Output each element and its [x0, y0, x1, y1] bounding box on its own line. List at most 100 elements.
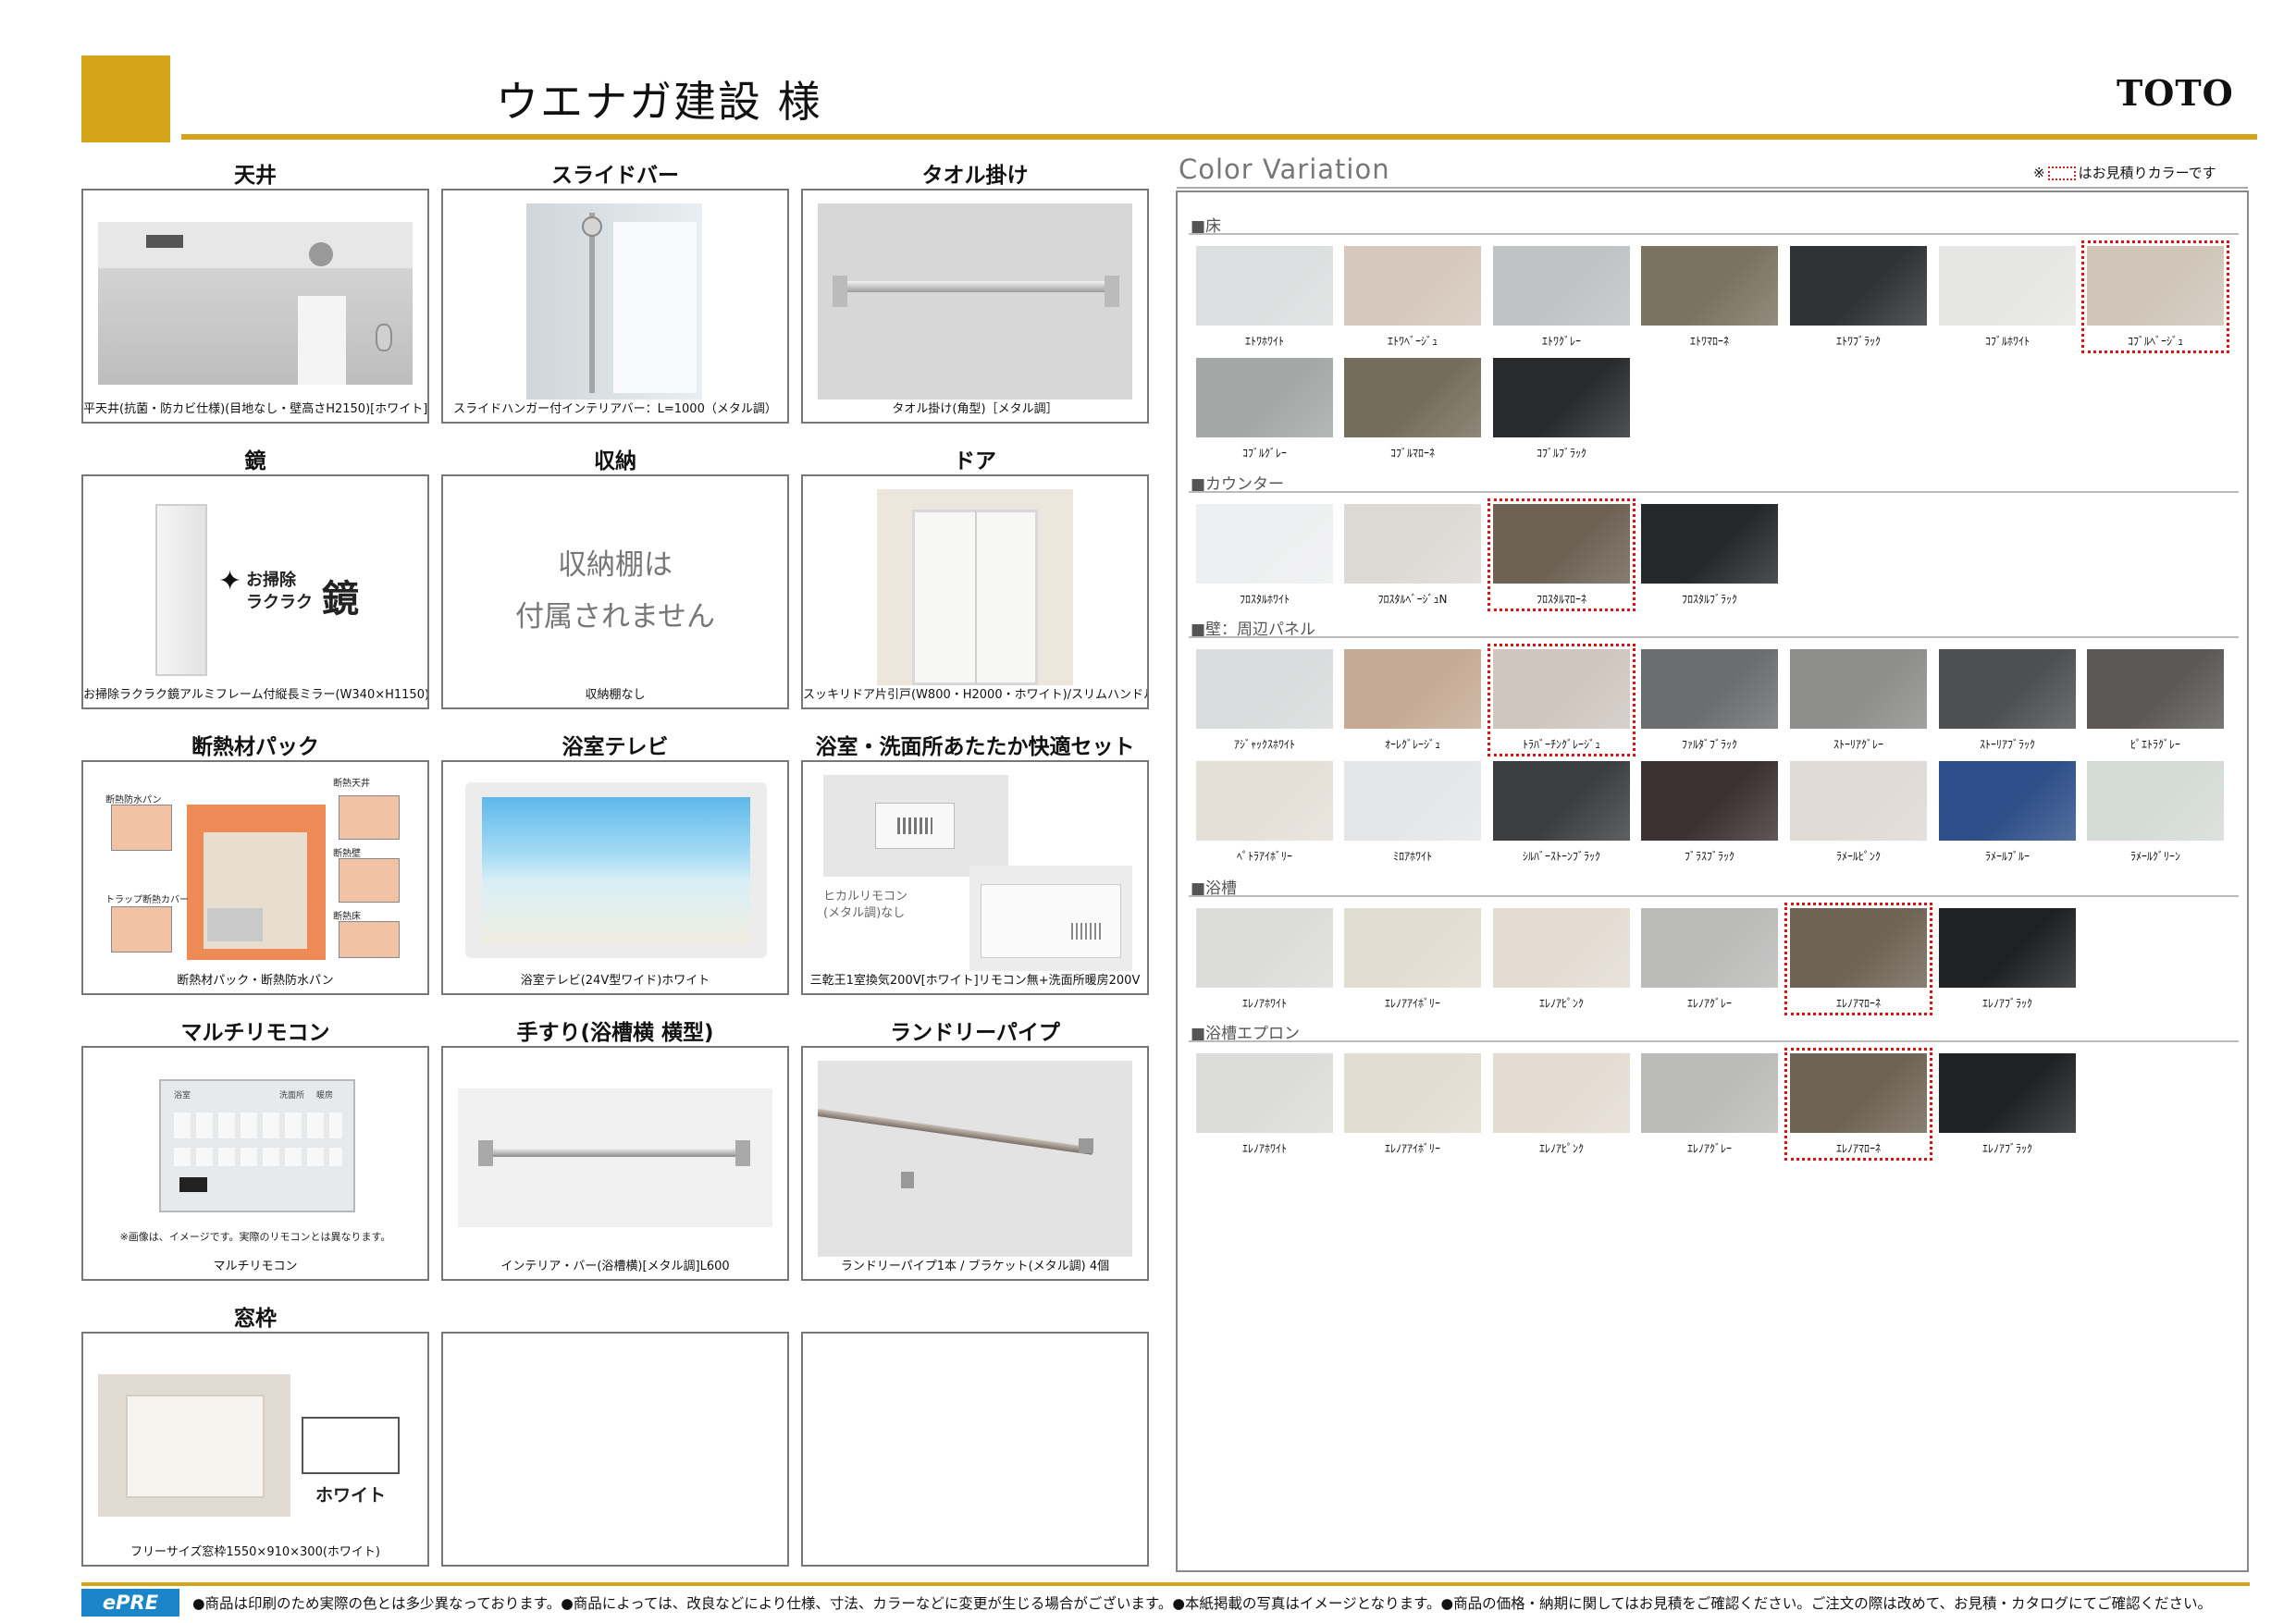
product-card-door: スッキリドア片引戸(W800・H2000・ホワイト)/スリムハンドル [801, 474, 1149, 709]
color-swatch-label: ｴﾄﾜﾍﾞｰｼﾞｭ [1387, 335, 1438, 348]
color-swatch-label: ｴﾚﾉｱﾋﾟﾝｸ [1538, 1142, 1584, 1155]
product-caption-bath-tv: 浴室テレビ(24V型ワイド)ホワイト [520, 974, 710, 988]
insulation-diagram [187, 805, 326, 960]
color-swatch-label: ｴﾚﾉｱｱｲﾎﾞﾘｰ [1384, 997, 1440, 1010]
color-swatch-label: ﾐﾛｱﾎﾜｲﾄ [1392, 850, 1432, 863]
color-swatch[interactable] [1344, 761, 1481, 841]
color-swatch[interactable] [1641, 908, 1778, 988]
color-swatch[interactable] [1790, 761, 1927, 841]
door-split [975, 511, 977, 683]
remote-label-washroom: 洗面所 [279, 1091, 305, 1100]
towel-bar-bracket-right [1105, 276, 1119, 307]
remote-button-row-2 [174, 1148, 342, 1166]
color-swatch[interactable] [1939, 246, 2076, 326]
showerhead [376, 324, 392, 351]
color-swatch-label: ﾗﾒｰﾙｸﾞﾘｰﾝ [2129, 850, 2180, 863]
header-divider [181, 134, 2257, 140]
page-title: ウエナガ建設 様 [496, 77, 822, 127]
bathtub-shape [207, 908, 263, 941]
towel-bar-bracket-left [833, 276, 847, 307]
product-card-handrail: インテリア・バー(浴槽横)[メタル調]L600 [441, 1046, 789, 1281]
color-swatch-label: ﾌﾞﾗｽﾌﾞﾗｯｸ [1684, 850, 1734, 863]
remote-display [179, 1177, 207, 1192]
color-swatch[interactable] [1790, 246, 1927, 326]
color-swatch[interactable] [1493, 1053, 1630, 1133]
color-swatch-label: ｴﾄﾜﾏﾛｰﾈ [1689, 335, 1729, 348]
laundry-pipe-photo [818, 1061, 1132, 1257]
color-swatch-label: ｴﾚﾉｱﾌﾞﾗｯｸ [1981, 997, 2032, 1010]
color-swatch-label: ｴﾚﾉｱﾌﾞﾗｯｸ [1981, 1142, 2032, 1155]
color-swatch[interactable] [1790, 649, 1927, 729]
color-swatch-label: ｴﾚﾉｱｸﾞﾚｰ [1686, 1142, 1732, 1155]
product-title-warm-set: 浴室・洗面所あたたか快適セット [815, 735, 1135, 759]
color-swatch[interactable] [1196, 1053, 1333, 1133]
color-swatch[interactable] [2087, 761, 2224, 841]
remote-label-bath: 浴室 [174, 1091, 191, 1100]
window-frame-inner [126, 1395, 265, 1498]
color-variation-panel [1176, 191, 2249, 1572]
color-swatch[interactable] [1344, 908, 1481, 988]
color-swatch[interactable] [1939, 1053, 2076, 1133]
product-caption-ceiling: 平天井(抗菌・防カビ仕様)(目地なし・壁高さH2150)[ホワイト] [83, 402, 428, 416]
epre-logo: ePRE [81, 1589, 179, 1617]
handrail-photo [458, 1088, 772, 1227]
product-card-mirror: ✦ お掃除 ラクラク 鏡 お掃除ラクラク鏡アルミフレーム付縦長ミラー(W340×… [81, 474, 429, 709]
color-swatch-label: ｴﾚﾉｱｸﾞﾚｰ [1686, 997, 1732, 1010]
color-swatch[interactable] [1344, 358, 1481, 437]
ventilator-photo [823, 775, 1008, 877]
color-swatch[interactable] [1641, 1053, 1778, 1133]
product-caption-multi-remote: マルチリモコン [213, 1260, 298, 1273]
color-swatch-label: ﾌｧﾙﾀﾞﾌﾞﾗｯｸ [1681, 738, 1737, 751]
color-swatch[interactable] [1344, 504, 1481, 584]
remote-label-heating: 暖房 [316, 1091, 334, 1100]
tv-screen [482, 797, 750, 943]
color-swatch[interactable] [1641, 649, 1778, 729]
color-swatch[interactable] [1641, 246, 1778, 326]
color-swatch[interactable] [1196, 649, 1333, 729]
product-card-empty-2 [801, 1332, 1149, 1567]
color-swatch[interactable] [1344, 649, 1481, 729]
color-swatch[interactable] [1641, 504, 1778, 584]
product-title-slide-bar: スライドバー [551, 164, 679, 188]
insulated-pan-thumb [111, 805, 172, 851]
remote-note-line2: (メタル調)なし [823, 906, 906, 920]
product-card-empty-1 [441, 1332, 789, 1567]
color-swatch[interactable] [1196, 908, 1333, 988]
color-swatch[interactable] [1196, 358, 1333, 437]
color-swatch[interactable] [1641, 761, 1778, 841]
window-frame-swatch [302, 1417, 400, 1474]
quote-color-outline [1487, 644, 1636, 756]
section-divider [1189, 1040, 2239, 1042]
product-caption-storage: 収納棚なし [585, 688, 646, 702]
quote-color-outline [1784, 903, 1932, 1015]
product-title-mirror: 鏡 [244, 449, 266, 473]
color-swatch[interactable] [1493, 908, 1630, 988]
color-swatch[interactable] [1939, 761, 2076, 841]
product-caption-towel-bar: タオル掛け(角型)［メタル調］ [892, 402, 1058, 416]
storage-note-line1: 収納棚は [558, 548, 673, 582]
color-swatch[interactable] [1939, 908, 2076, 988]
mirror-badge-line1: お掃除 [246, 571, 296, 590]
tv-frame [465, 782, 767, 958]
color-swatch-label: ｵｰﾚｸﾞﾚｰｼﾞｭ [1384, 738, 1440, 751]
product-caption-warm-set: 三乾王1室換気200V[ホワイト]リモコン無+洗面所暖房200V [809, 974, 1141, 988]
color-swatch[interactable] [1493, 761, 1630, 841]
color-swatch-label: ｺﾌﾞﾙﾎﾜｲﾄ [1984, 335, 2030, 348]
product-card-towel-bar: タオル掛け(角型)［メタル調］ [801, 189, 1149, 424]
color-swatch[interactable] [1939, 649, 2076, 729]
window-frame-photo [98, 1374, 290, 1517]
insulated-ceiling-thumb [339, 795, 400, 840]
color-swatch[interactable] [1196, 761, 1333, 841]
color-swatch[interactable] [2087, 649, 2224, 729]
color-swatch[interactable] [1344, 246, 1481, 326]
towel-bar [838, 281, 1114, 292]
color-swatch-label: ﾗﾒｰﾙﾌﾞﾙｰ [1984, 850, 2030, 863]
color-swatch[interactable] [1493, 246, 1630, 326]
product-card-warm-set: ヒカルリモコン (メタル調)なし 三乾王1室換気200V[ホワイト]リモコン無+… [801, 760, 1149, 995]
color-swatch[interactable] [1344, 1053, 1481, 1133]
heater-unit [981, 884, 1121, 958]
window-opening [298, 296, 346, 385]
color-swatch[interactable] [1196, 504, 1333, 584]
color-swatch[interactable] [1493, 358, 1630, 437]
color-swatch[interactable] [1196, 246, 1333, 326]
